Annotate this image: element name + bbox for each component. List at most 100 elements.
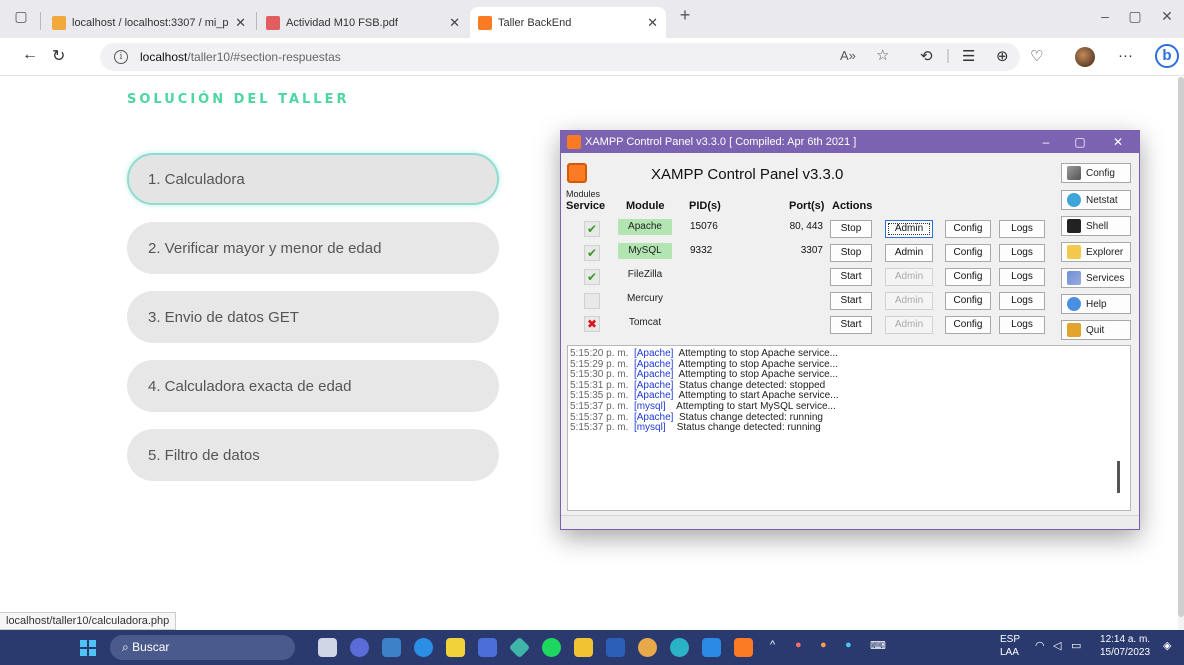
- close-tab-icon[interactable]: ✕: [235, 15, 246, 31]
- tray-app-icon[interactable]: ●: [795, 639, 802, 651]
- xampp-taskbar-icon[interactable]: [734, 638, 753, 657]
- volume-icon[interactable]: ◁: [1053, 639, 1061, 652]
- menu-item-envio-get[interactable]: 3. Envio de datos GET: [127, 291, 499, 343]
- tab-label: localhost / localhost:3307 / mi_p: [72, 16, 229, 29]
- taskbar-search-input[interactable]: ⌕ Buscar: [110, 635, 295, 660]
- apache-stop-button[interactable]: Stop: [830, 220, 872, 238]
- task-view-icon[interactable]: [318, 638, 337, 657]
- battery-icon[interactable]: ▭: [1071, 639, 1081, 652]
- tomcat-logs-button[interactable]: Logs: [999, 316, 1045, 334]
- tray-app-icon[interactable]: ●: [845, 639, 852, 651]
- tomcat-start-button[interactable]: Start: [830, 316, 872, 334]
- side-netstat-button[interactable]: Netstat: [1061, 190, 1131, 210]
- page-scrollbar[interactable]: [1178, 77, 1184, 630]
- mercury-admin-button[interactable]: Admin: [885, 292, 933, 310]
- tab-actions-icon[interactable]: ▢: [6, 8, 36, 25]
- tray-app-icon[interactable]: ●: [820, 639, 827, 651]
- browser-app-icon[interactable]: [414, 638, 433, 657]
- filezilla-logs-button[interactable]: Logs: [999, 268, 1045, 286]
- apache-admin-button[interactable]: Admin: [885, 220, 933, 238]
- app-icon[interactable]: [446, 638, 465, 657]
- menu-item-verificar-edad[interactable]: 2. Verificar mayor y menor de edad: [127, 222, 499, 274]
- file-explorer-icon[interactable]: [574, 638, 593, 657]
- side-services-button[interactable]: Services: [1061, 268, 1131, 288]
- tomcat-config-button[interactable]: Config: [945, 316, 991, 334]
- close-window-icon[interactable]: ✕: [1101, 131, 1135, 153]
- tomcat-admin-button[interactable]: Admin: [885, 316, 933, 334]
- side-config-button[interactable]: Config: [1061, 163, 1131, 183]
- apache-logs-button[interactable]: Logs: [999, 220, 1045, 238]
- side-quit-button[interactable]: Quit: [1061, 320, 1131, 340]
- side-help-button[interactable]: Help: [1061, 294, 1131, 314]
- word-icon[interactable]: [606, 638, 625, 657]
- close-window-icon[interactable]: ✕: [1152, 8, 1182, 25]
- performance-icon[interactable]: ♡: [1030, 47, 1043, 65]
- notification-bell-icon[interactable]: ◈: [1163, 639, 1171, 652]
- mysql-logs-button[interactable]: Logs: [999, 244, 1045, 262]
- mysql-stop-button[interactable]: Stop: [830, 244, 872, 262]
- mercury-start-button[interactable]: Start: [830, 292, 872, 310]
- scrollbar-thumb[interactable]: [1178, 77, 1184, 617]
- close-tab-icon[interactable]: ✕: [647, 15, 658, 31]
- new-tab-button[interactable]: +: [670, 5, 700, 26]
- vscode-icon[interactable]: [702, 638, 721, 657]
- url-path: /taller10/#section-respuestas: [187, 50, 341, 64]
- mercury-logs-button[interactable]: Logs: [999, 292, 1045, 310]
- tab-phpmyadmin[interactable]: localhost / localhost:3307 / mi_p ✕: [44, 7, 254, 38]
- mysql-config-button[interactable]: Config: [945, 244, 991, 262]
- wifi-icon[interactable]: ◠: [1035, 639, 1045, 652]
- extensions-icon[interactable]: ⟲: [920, 47, 933, 65]
- menu-item-filtro-datos[interactable]: 5. Filtro de datos: [127, 429, 499, 481]
- profile-avatar[interactable]: [1075, 47, 1095, 67]
- filezilla-start-button[interactable]: Start: [830, 268, 872, 286]
- restore-icon[interactable]: ▢: [1120, 8, 1150, 25]
- service-checkbox-filezilla[interactable]: ✔: [584, 269, 600, 285]
- collections-icon[interactable]: ⊕: [996, 47, 1009, 65]
- close-tab-icon[interactable]: ✕: [449, 15, 460, 31]
- filezilla-config-button[interactable]: Config: [945, 268, 991, 286]
- edge-icon[interactable]: [670, 638, 689, 657]
- mysql-admin-button[interactable]: Admin: [885, 244, 933, 262]
- bing-copilot-icon[interactable]: b: [1155, 44, 1179, 68]
- windows-start-icon[interactable]: [80, 640, 96, 656]
- favorite-star-icon[interactable]: ☆: [876, 46, 889, 64]
- menu-item-calculadora[interactable]: 1. Calculadora: [127, 153, 499, 205]
- more-menu-icon[interactable]: ···: [1118, 47, 1133, 64]
- app-icon[interactable]: [508, 636, 531, 659]
- service-checkbox-tomcat[interactable]: ✖: [584, 316, 600, 332]
- taskbar-clock[interactable]: 12:14 a. m. 15/07/2023: [1100, 633, 1150, 659]
- refresh-icon[interactable]: ↻: [52, 46, 65, 66]
- favorites-icon[interactable]: ☰: [962, 47, 975, 65]
- tab-taller-backend[interactable]: Taller BackEnd ✕: [470, 7, 666, 38]
- filezilla-admin-button[interactable]: Admin: [885, 268, 933, 286]
- read-aloud-icon[interactable]: A»: [840, 48, 856, 63]
- log-scrollbar-thumb[interactable]: [1117, 461, 1120, 493]
- mercury-config-button[interactable]: Config: [945, 292, 991, 310]
- tab-pdf[interactable]: Actividad M10 FSB.pdf ✕: [258, 7, 468, 38]
- xampp-titlebar[interactable]: XAMPP Control Panel v3.3.0 [ Compiled: A…: [561, 131, 1139, 153]
- store-icon[interactable]: [382, 638, 401, 657]
- language-indicator[interactable]: ESP LAA: [1000, 633, 1020, 659]
- chat-icon[interactable]: [350, 638, 369, 657]
- side-explorer-button[interactable]: Explorer: [1061, 242, 1131, 262]
- xampp-log-panel[interactable]: 5:15:20 p. m. [Apache] Attempting to sto…: [567, 345, 1131, 511]
- spotify-icon[interactable]: [542, 638, 561, 657]
- menu-item-calculadora-edad[interactable]: 4. Calculadora exacta de edad: [127, 360, 499, 412]
- side-shell-button[interactable]: Shell: [1061, 216, 1131, 236]
- chrome-icon[interactable]: [638, 638, 657, 657]
- service-checkbox-mercury[interactable]: [584, 293, 600, 309]
- service-checkbox-mysql[interactable]: ✔: [584, 245, 600, 261]
- ide-icon[interactable]: [478, 638, 497, 657]
- service-checkbox-apache[interactable]: ✔: [584, 221, 600, 237]
- toolbar-separator: |: [946, 47, 950, 64]
- keyboard-icon[interactable]: ⌨: [870, 639, 886, 652]
- maximize-icon[interactable]: ▢: [1063, 131, 1097, 153]
- module-tomcat: Tomcat: [628, 317, 662, 328]
- minimize-icon[interactable]: –: [1029, 131, 1063, 153]
- tray-overflow-icon[interactable]: ^: [770, 639, 775, 651]
- info-icon[interactable]: i: [114, 50, 128, 64]
- minimize-icon[interactable]: –: [1090, 8, 1120, 24]
- phpmyadmin-icon: [52, 15, 66, 30]
- apache-config-button[interactable]: Config: [945, 220, 991, 238]
- back-icon[interactable]: ←: [22, 46, 38, 64]
